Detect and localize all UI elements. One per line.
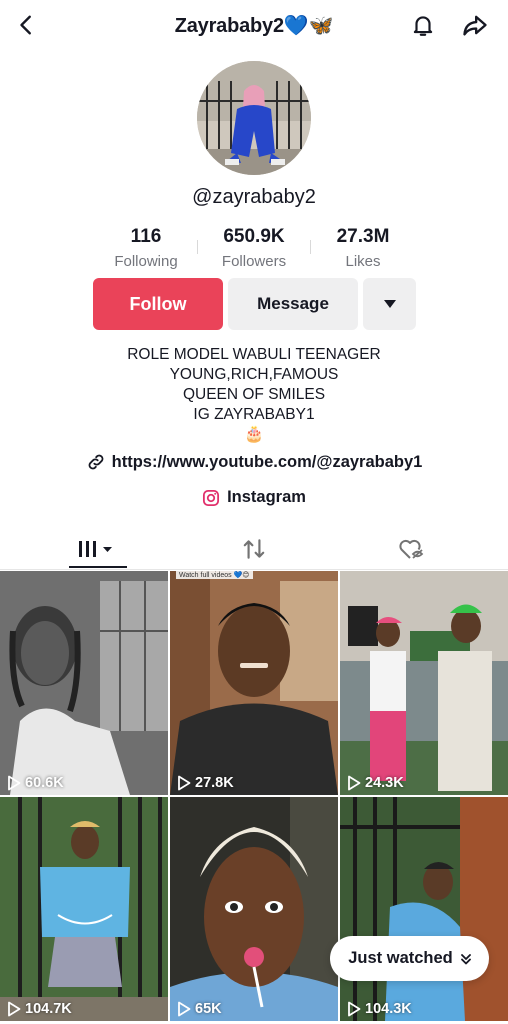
play-icon [348, 775, 361, 791]
notification-button[interactable] [408, 10, 438, 40]
bell-icon [413, 16, 433, 36]
stat-following[interactable]: 116 Following [96, 226, 196, 270]
username: @zayrababy2 [192, 186, 316, 208]
suggested-accounts-button[interactable] [363, 278, 416, 330]
grid-bars-icon [78, 541, 112, 557]
double-chevron-down-icon [460, 953, 471, 964]
thumbnail-image [170, 797, 338, 1021]
view-count: 27.8K [177, 775, 234, 791]
profile-tabs [0, 528, 508, 570]
link-text: https://www.youtube.com/@zayrababy1 [111, 452, 423, 471]
avatar-photo [197, 61, 311, 175]
stat-divider [197, 240, 198, 254]
following-label: Following [114, 253, 178, 270]
bio-line: ROLE MODEL WABULI TEENAGER [127, 346, 381, 363]
bio: ROLE MODEL WABULI TEENAGER YOUNG,RICH,FA… [0, 345, 508, 425]
play-icon [8, 775, 21, 791]
just-watched-button[interactable]: Just watched [330, 936, 489, 981]
likes-label: Likes [345, 253, 381, 270]
tab-liked[interactable] [327, 528, 496, 570]
video-thumbnail[interactable]: 60.6K [0, 571, 168, 795]
view-count: 104.7K [7, 1001, 72, 1017]
message-button[interactable]: Message [228, 278, 358, 330]
video-thumbnail[interactable]: 104.7K [0, 797, 168, 1021]
bio-emoji: 🎂 [244, 426, 264, 443]
following-count: 116 [130, 226, 162, 247]
bio-line: IG ZAYRABABY1 [193, 406, 315, 423]
view-count: 24.3K [347, 775, 404, 791]
view-count-text: 104.7K [25, 1001, 72, 1017]
video-thumbnail[interactable]: 65K [170, 797, 338, 1021]
video-thumbnail[interactable]: 24.3K [340, 571, 508, 795]
instagram-link[interactable]: Instagram [0, 488, 508, 507]
followers-count: 650.9K [223, 226, 285, 247]
share-button[interactable] [460, 10, 490, 40]
tab-videos[interactable] [12, 528, 181, 570]
thumbnail-caption: Watch full videos 💙😊 [176, 571, 253, 579]
view-count-text: 60.6K [25, 775, 64, 791]
thumbnail-image [170, 571, 338, 795]
liked-hidden-icon [398, 539, 423, 559]
likes-count: 27.3M [336, 226, 390, 247]
caret-down-icon [383, 299, 396, 308]
thumbnail-image [0, 571, 168, 795]
view-count: 60.6K [7, 775, 64, 791]
profile-actions: Follow Message [93, 278, 416, 330]
play-icon [348, 1001, 361, 1017]
stat-divider [310, 240, 311, 254]
instagram-icon [203, 489, 220, 506]
instagram-label: Instagram [227, 488, 306, 506]
view-count-text: 27.8K [195, 775, 234, 791]
view-count-text: 65K [195, 1001, 222, 1017]
play-icon [178, 1001, 191, 1017]
active-tab-indicator [69, 566, 127, 568]
thumbnail-image [340, 797, 508, 1021]
view-count-text: 104.3K [365, 1001, 412, 1017]
play-icon [8, 1001, 21, 1017]
bio-line: QUEEN OF SMILES [182, 386, 326, 403]
profile-link[interactable]: https://www.youtube.com/@zayrababy1 [0, 452, 508, 472]
view-count: 65K [177, 1001, 222, 1017]
avatar[interactable] [197, 61, 311, 175]
stat-likes[interactable]: 27.3M Likes [313, 226, 413, 270]
stat-followers[interactable]: 650.9K Followers [204, 226, 304, 270]
bio-line: YOUNG,RICH,FAMOUS [169, 366, 339, 383]
view-count: 104.3K [347, 1001, 412, 1017]
play-icon [178, 775, 191, 791]
tab-reposts[interactable] [169, 528, 338, 570]
profile-stats: 116 Following 650.9K Followers 27.3M Lik… [96, 226, 412, 272]
video-thumbnail[interactable]: 104.3K [340, 797, 508, 1021]
view-count-text: 24.3K [365, 775, 404, 791]
thumbnail-image [0, 797, 168, 1021]
video-thumbnail[interactable]: Watch full videos 💙😊 27.8K [170, 571, 338, 795]
follow-button[interactable]: Follow [93, 278, 223, 330]
share-arrow-icon [463, 15, 487, 36]
followers-label: Followers [221, 253, 287, 270]
top-bar: Zayrababy2💙🦋 [0, 0, 508, 52]
thumbnail-image [340, 571, 508, 795]
link-icon [88, 454, 104, 470]
just-watched-label: Just watched [348, 949, 453, 967]
repost-icon [243, 539, 264, 559]
